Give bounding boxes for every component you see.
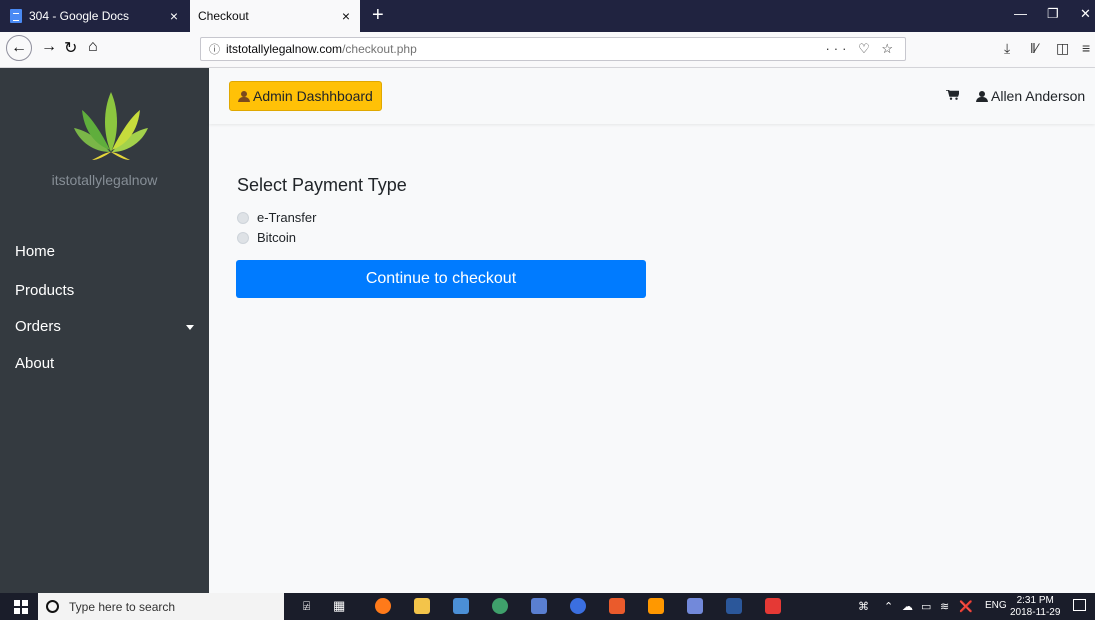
- taskbar-clock[interactable]: 2:31 PM 2018-11-29: [1010, 595, 1060, 619]
- browser-toolbar: ← → ↻ ⌂ ⓘ itstotallylegalnow.com/checkou…: [0, 32, 1095, 68]
- sidebar-item-about[interactable]: About: [15, 355, 54, 372]
- home-button[interactable]: ⌂: [88, 38, 98, 56]
- page-title: Select Payment Type: [237, 175, 407, 195]
- chevron-down-icon[interactable]: [186, 325, 194, 330]
- discord-icon[interactable]: [687, 598, 703, 614]
- windows-start-icon[interactable]: [14, 600, 28, 614]
- top-navbar: Admin Dashhboard Allen Anderson: [209, 68, 1095, 124]
- reload-button[interactable]: ↻: [64, 38, 77, 58]
- admin-button-label: Admin Dashhboard: [253, 88, 373, 104]
- search-placeholder: Type here to search: [69, 599, 176, 614]
- volume-icon[interactable]: ❌: [959, 600, 973, 613]
- menu-icon[interactable]: ≡: [1082, 40, 1090, 56]
- library-icon[interactable]: ‖⁄: [1030, 40, 1038, 56]
- url-path: /checkout.php: [342, 42, 417, 56]
- url-domain: itstotallylegalnow.com: [226, 42, 343, 56]
- brand-name[interactable]: itstotallylegalnow: [0, 172, 209, 188]
- acrobat-icon[interactable]: [765, 598, 781, 614]
- notification-center-icon[interactable]: [1073, 599, 1086, 611]
- user-icon: [238, 90, 250, 102]
- clock-time: 2:31 PM: [1016, 595, 1054, 606]
- tab-title: Checkout: [198, 9, 249, 23]
- user-menu[interactable]: Allen Anderson: [976, 88, 1085, 104]
- downloads-icon[interactable]: ⤓: [1004, 40, 1010, 57]
- app-icon[interactable]: [453, 598, 469, 614]
- sidebar: itstotallylegalnow Home Products Orders …: [0, 68, 209, 593]
- network-app-icon[interactable]: [531, 598, 547, 614]
- radio-button[interactable]: [237, 211, 249, 224]
- url-bar[interactable]: ⓘ itstotallylegalnow.com/checkout.php ··…: [200, 37, 906, 61]
- forward-button[interactable]: →: [41, 38, 57, 56]
- continue-to-checkout-button[interactable]: Continue to checkout: [236, 260, 646, 298]
- chevron-up-icon[interactable]: ⌃: [884, 600, 893, 613]
- restore-icon[interactable]: ❐: [1047, 6, 1059, 22]
- task-view-icon[interactable]: ▦: [333, 598, 345, 614]
- back-button[interactable]: ←: [6, 35, 32, 61]
- info-icon[interactable]: ⓘ: [209, 41, 220, 57]
- windows-taskbar: Type here to search ⍯ ▦ ⌘ ⌃ ☁ ▭ ≋ ❌ ENG …: [0, 593, 1095, 620]
- tab-title: 304 - Google Docs: [29, 9, 130, 23]
- word-icon[interactable]: [726, 598, 742, 614]
- microphone-icon[interactable]: ⍯: [303, 599, 310, 614]
- close-tab-icon[interactable]: ×: [170, 8, 178, 24]
- user-name: Allen Anderson: [991, 88, 1086, 104]
- cannabis-leaf-logo: [74, 92, 148, 160]
- radio-button[interactable]: [237, 231, 249, 244]
- r-app-icon[interactable]: [570, 598, 586, 614]
- sidebar-item-products[interactable]: Products: [15, 282, 74, 299]
- user-icon: [976, 90, 988, 102]
- tab-checkout[interactable]: Checkout ×: [190, 0, 360, 32]
- taskbar-search[interactable]: Type here to search: [38, 593, 284, 620]
- firefox-icon[interactable]: [375, 598, 391, 614]
- radio-label[interactable]: Bitcoin: [257, 230, 296, 245]
- radio-label[interactable]: e-Transfer: [257, 210, 316, 225]
- battery-icon[interactable]: ▭: [921, 600, 931, 613]
- google-docs-icon: [10, 9, 22, 23]
- payment-option-bitcoin[interactable]: Bitcoin: [237, 230, 296, 245]
- tab-google-docs[interactable]: 304 - Google Docs ×: [0, 0, 188, 32]
- onedrive-icon[interactable]: ☁: [902, 600, 913, 613]
- sidebar-item-home[interactable]: Home: [15, 243, 55, 260]
- clock-date: 2018-11-29: [1010, 607, 1061, 618]
- people-icon[interactable]: ⌘: [858, 600, 869, 613]
- page-actions[interactable]: ··· ♡ ☆: [825, 41, 897, 57]
- chrome-icon[interactable]: [492, 598, 508, 614]
- xampp-icon[interactable]: [609, 598, 625, 614]
- close-tab-icon[interactable]: ×: [342, 8, 350, 24]
- sidebar-item-orders[interactable]: Orders: [15, 318, 61, 335]
- language-indicator[interactable]: ENG: [985, 600, 1007, 611]
- sublime-icon[interactable]: [648, 598, 664, 614]
- wifi-icon[interactable]: ≋: [940, 600, 949, 613]
- browser-tab-strip: 304 - Google Docs × Checkout × + — ❐ ✕: [0, 0, 1095, 32]
- cortana-icon: [46, 600, 59, 613]
- sidebar-toggle-icon[interactable]: ◫: [1056, 40, 1069, 57]
- admin-dashboard-button[interactable]: Admin Dashhboard: [229, 81, 382, 111]
- new-tab-button[interactable]: +: [372, 4, 384, 26]
- close-window-icon[interactable]: ✕: [1080, 6, 1091, 22]
- file-explorer-icon[interactable]: [414, 598, 430, 614]
- minimize-icon[interactable]: —: [1014, 6, 1027, 21]
- cart-icon[interactable]: [946, 90, 959, 100]
- payment-option-etransfer[interactable]: e-Transfer: [237, 210, 316, 225]
